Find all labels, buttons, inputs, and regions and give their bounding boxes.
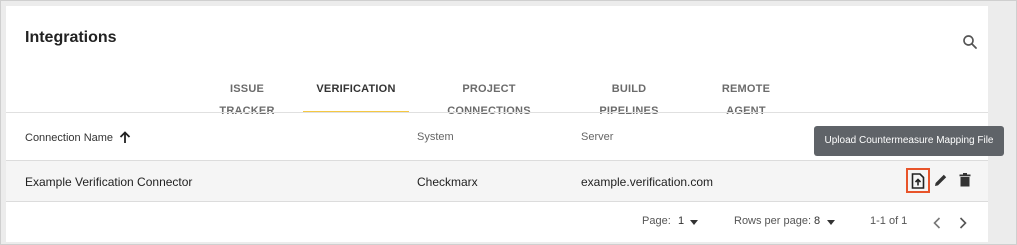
cell-server: example.verification.com — [581, 175, 714, 189]
integrations-card: Integrations ISSUE TRACKER VERIFICATION … — [6, 6, 988, 242]
delete-button[interactable] — [954, 169, 976, 191]
cell-connection-name: Example Verification Connector — [25, 175, 193, 189]
edit-button[interactable] — [930, 169, 952, 191]
pagination-bar: Page: 1 Rows per page: 8 1-1 of 1 — [6, 203, 988, 242]
tab-remote-agent[interactable]: REMOTE AGENT — [703, 78, 789, 117]
pagination-range: 1-1 of 1 — [870, 215, 908, 227]
window-frame: Integrations ISSUE TRACKER VERIFICATION … — [0, 0, 1017, 245]
tab-verification[interactable]: VERIFICATION — [303, 78, 409, 113]
tab-build-pipelines[interactable]: BUILD PIPELINES — [583, 78, 675, 117]
tab-bar: ISSUE TRACKER VERIFICATION PROJECT CONNE… — [6, 78, 988, 117]
page-select-value[interactable]: 1 — [678, 215, 684, 227]
page-label: Page: — [642, 215, 671, 227]
chevron-right-icon[interactable] — [959, 217, 967, 229]
upload-file-icon — [911, 172, 925, 189]
trash-icon — [959, 173, 971, 187]
column-server[interactable]: Server — [581, 131, 613, 143]
chevron-down-icon[interactable] — [827, 220, 835, 225]
arrow-up-icon[interactable] — [119, 131, 131, 144]
pencil-icon — [935, 174, 947, 186]
chevron-down-icon[interactable] — [690, 220, 698, 225]
rows-per-page-value[interactable]: 8 — [814, 215, 820, 227]
column-label: Connection Name — [25, 131, 114, 144]
tab-issue-tracker[interactable]: ISSUE TRACKER — [205, 78, 289, 117]
table-row[interactable]: Example Verification Connector Checkmarx… — [6, 161, 988, 202]
search-icon[interactable] — [961, 33, 979, 51]
column-connection-name[interactable]: Connection Name — [25, 131, 131, 144]
cell-system: Checkmarx — [417, 175, 478, 189]
column-system[interactable]: System — [417, 131, 454, 143]
tab-project-connections[interactable]: PROJECT CONNECTIONS — [424, 78, 554, 117]
page-title: Integrations — [25, 29, 117, 46]
tooltip-upload-mapping: Upload Countermeasure Mapping File — [814, 126, 1004, 156]
rows-per-page-label: Rows per page: — [734, 215, 812, 227]
upload-mapping-button[interactable] — [906, 168, 930, 193]
chevron-left-icon[interactable] — [933, 217, 941, 229]
